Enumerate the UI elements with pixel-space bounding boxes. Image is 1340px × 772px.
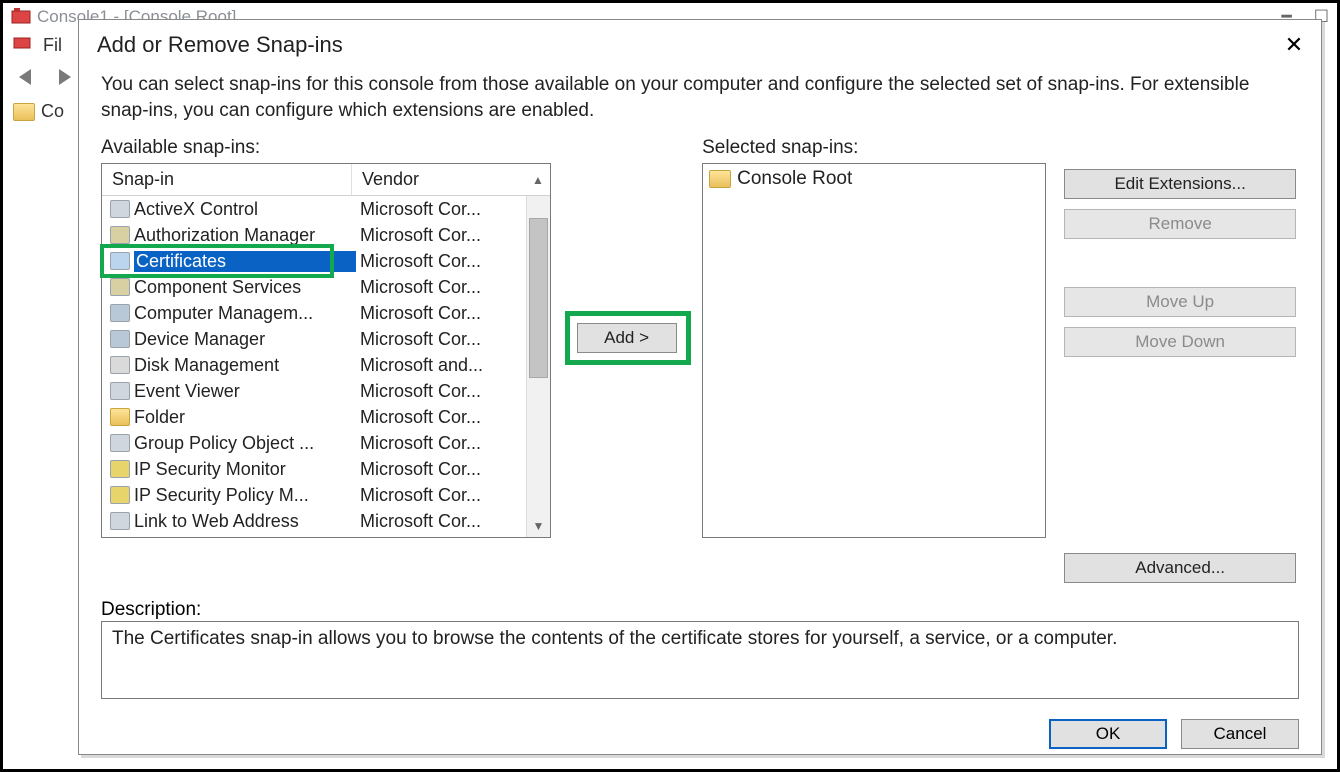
scrollbar[interactable]: ▼	[526, 196, 550, 537]
folder-icon	[709, 170, 731, 188]
snapin-row[interactable]: Group Policy Object ...Microsoft Cor...	[102, 430, 526, 456]
col-vendor[interactable]: Vendor	[352, 164, 526, 195]
scroll-up-icon[interactable]: ▲	[526, 164, 550, 195]
snapin-icon	[110, 278, 130, 296]
snapin-name: ActiveX Control	[134, 199, 356, 220]
snapin-row[interactable]: Disk ManagementMicrosoft and...	[102, 352, 526, 378]
snapin-icon	[110, 330, 130, 348]
snapin-name: Folder	[134, 407, 356, 428]
snapin-name: Device Manager	[134, 329, 356, 350]
snapin-vendor: Microsoft Cor...	[356, 407, 526, 428]
move-down-button[interactable]: Move Down	[1064, 327, 1296, 357]
dialog-titlebar: Add or Remove Snap-ins ✕	[79, 20, 1321, 64]
snapin-icon	[110, 512, 130, 530]
snapin-vendor: Microsoft Cor...	[356, 329, 526, 350]
snapin-row[interactable]: Event ViewerMicrosoft Cor...	[102, 378, 526, 404]
snapin-vendor: Microsoft Cor...	[356, 485, 526, 506]
snapin-name: Certificates	[134, 251, 356, 272]
menu-file[interactable]: Fil	[43, 35, 62, 56]
available-header: Snap-in Vendor ▲	[102, 164, 550, 196]
snapin-icon	[110, 434, 130, 452]
snapin-name: Event Viewer	[134, 381, 356, 402]
move-up-button[interactable]: Move Up	[1064, 287, 1296, 317]
snapin-name: Component Services	[134, 277, 356, 298]
col-snapin[interactable]: Snap-in	[102, 164, 352, 195]
available-snapins-list[interactable]: Snap-in Vendor ▲ ActiveX ControlMicrosof…	[101, 163, 551, 538]
snapin-icon	[110, 382, 130, 400]
snapin-icon	[110, 252, 130, 270]
selected-root-item[interactable]: Console Root	[709, 168, 1039, 190]
selected-root-label: Console Root	[737, 168, 852, 190]
snapin-name: Computer Managem...	[134, 303, 356, 324]
snapin-name: IP Security Policy M...	[134, 485, 356, 506]
app-icon	[11, 7, 31, 27]
snapin-row[interactable]: Link to Web AddressMicrosoft Cor...	[102, 508, 526, 534]
tree-root-label: Co	[41, 101, 64, 122]
snapin-row[interactable]: Component ServicesMicrosoft Cor...	[102, 274, 526, 300]
snapin-name: Group Policy Object ...	[134, 433, 356, 454]
snapin-vendor: Microsoft Cor...	[356, 511, 526, 532]
ok-button[interactable]: OK	[1049, 719, 1167, 749]
add-remove-snapins-dialog: Add or Remove Snap-ins ✕ You can select …	[78, 19, 1322, 755]
selected-snapins-tree[interactable]: Console Root	[702, 163, 1046, 538]
snapin-icon	[110, 408, 130, 426]
snapin-row[interactable]: IP Security MonitorMicrosoft Cor...	[102, 456, 526, 482]
dialog-actions: OK Cancel	[101, 719, 1303, 749]
close-icon[interactable]: ✕	[1279, 30, 1309, 60]
available-label: Available snap-ins:	[101, 137, 551, 159]
folder-icon	[13, 103, 35, 121]
snapin-name: IP Security Monitor	[134, 459, 356, 480]
snapin-row[interactable]: CertificatesMicrosoft Cor...	[102, 248, 526, 274]
snapin-row[interactable]: Authorization ManagerMicrosoft Cor...	[102, 222, 526, 248]
snapin-name: Disk Management	[134, 355, 356, 376]
cancel-button[interactable]: Cancel	[1181, 719, 1299, 749]
snapin-vendor: Microsoft Cor...	[356, 199, 526, 220]
snapin-row[interactable]: ActiveX ControlMicrosoft Cor...	[102, 196, 526, 222]
selected-label: Selected snap-ins:	[702, 137, 1046, 159]
snapin-vendor: Microsoft Cor...	[356, 381, 526, 402]
snapin-row[interactable]: Device ManagerMicrosoft Cor...	[102, 326, 526, 352]
description-label: Description:	[101, 599, 1303, 621]
snapin-row[interactable]: IP Security Policy M...Microsoft Cor...	[102, 482, 526, 508]
snapin-name: Link to Web Address	[134, 511, 356, 532]
add-button[interactable]: Add >	[577, 323, 677, 353]
snapin-vendor: Microsoft Cor...	[356, 225, 526, 246]
snapin-icon	[110, 200, 130, 218]
snapin-vendor: Microsoft Cor...	[356, 277, 526, 298]
snapin-icon	[110, 304, 130, 322]
snapin-name: Authorization Manager	[134, 225, 356, 246]
dialog-intro: You can select snap-ins for this console…	[101, 72, 1291, 123]
app-icon-small	[13, 34, 31, 57]
snapin-icon	[110, 486, 130, 504]
scroll-down-icon[interactable]: ▼	[527, 515, 550, 537]
snapin-vendor: Microsoft and...	[356, 355, 526, 376]
edit-extensions-button[interactable]: Edit Extensions...	[1064, 169, 1296, 199]
scrollbar-thumb[interactable]	[529, 218, 548, 378]
remove-button[interactable]: Remove	[1064, 209, 1296, 239]
dialog-title: Add or Remove Snap-ins	[97, 32, 343, 58]
description-text: The Certificates snap-in allows you to b…	[112, 628, 1117, 649]
snapin-vendor: Microsoft Cor...	[356, 433, 526, 454]
advanced-button[interactable]: Advanced...	[1064, 553, 1296, 583]
snapin-row[interactable]: Computer Managem...Microsoft Cor...	[102, 300, 526, 326]
snapin-icon	[110, 226, 130, 244]
snapin-vendor: Microsoft Cor...	[356, 303, 526, 324]
snapin-vendor: Microsoft Cor...	[356, 251, 526, 272]
snapin-vendor: Microsoft Cor...	[356, 459, 526, 480]
snapin-row[interactable]: FolderMicrosoft Cor...	[102, 404, 526, 430]
description-box: The Certificates snap-in allows you to b…	[101, 621, 1299, 699]
snapin-icon	[110, 460, 130, 478]
back-icon[interactable]	[13, 62, 43, 92]
snapin-icon	[110, 356, 130, 374]
